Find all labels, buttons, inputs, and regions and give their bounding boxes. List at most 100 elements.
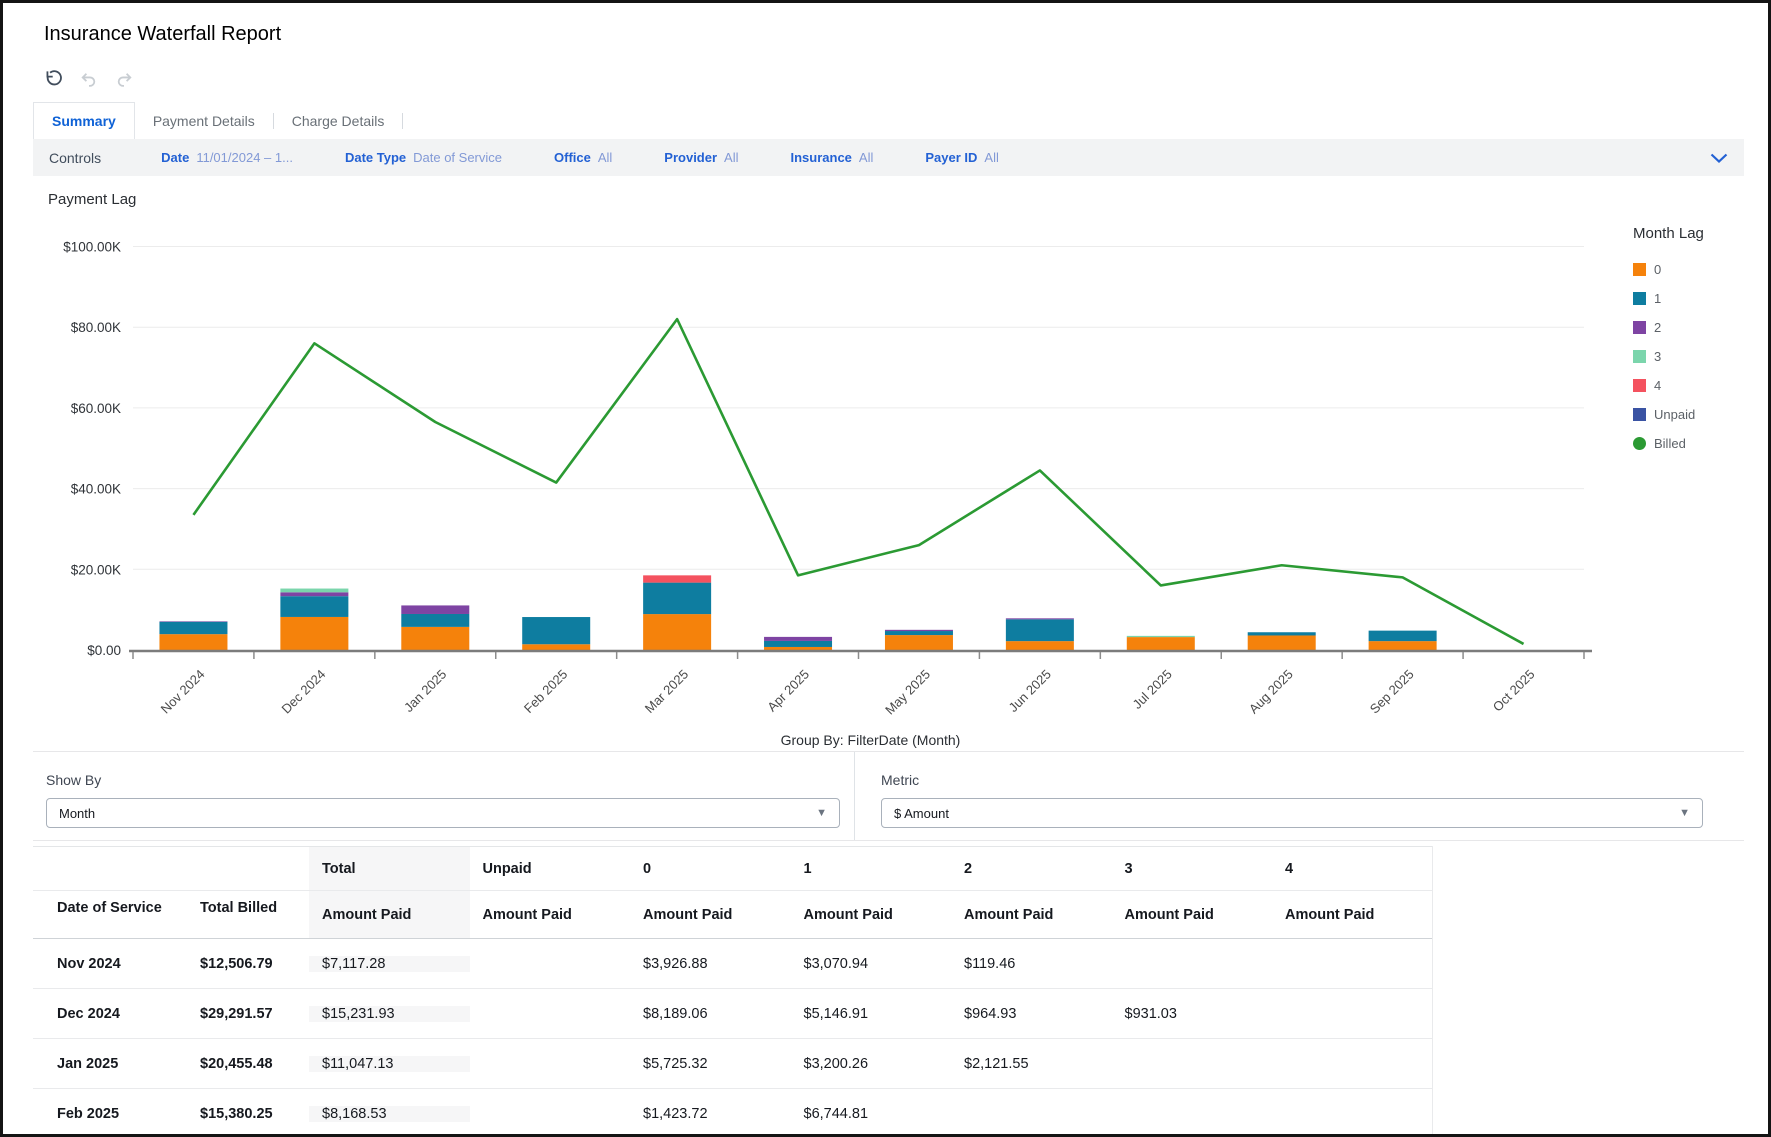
filter-value: All — [984, 150, 999, 165]
bar-segment-lag3[interactable] — [280, 588, 349, 593]
tab-payment-details[interactable]: Payment Details — [135, 102, 273, 139]
bar-segment-lag1[interactable] — [1368, 630, 1437, 642]
legend-item-0[interactable]: 0 — [1633, 262, 1743, 277]
bar-segment-lag0[interactable] — [159, 634, 228, 650]
refresh-button[interactable] — [41, 67, 63, 89]
bar-segment-lag0[interactable] — [280, 616, 349, 650]
billed-line[interactable] — [192, 317, 1525, 646]
cell-amount-paid: $15,231.93 — [309, 1005, 470, 1022]
bar-segment-lag4[interactable] — [643, 575, 712, 583]
bar-segment-lag1[interactable] — [1005, 619, 1074, 642]
payment-lag-chart[interactable]: $0.00 $20.00K $40.00K $60.00K $80.00K $100.00… — [33, 207, 1613, 727]
bar-segment-lag0[interactable] — [1126, 637, 1195, 650]
cell-amount-paid: $2,121.55 — [964, 1055, 1029, 1072]
filter-chip-payer-id[interactable]: Payer ID All — [925, 150, 999, 165]
controls-bar: Controls Date 11/01/2024 – 1... Date Type D… — [33, 139, 1744, 176]
x-axis-category-label: Jul 2025 — [1130, 667, 1175, 712]
metric-value: $ Amount — [894, 805, 949, 821]
bar-segment-lag2[interactable] — [280, 592, 349, 597]
bar-segment-lag1[interactable] — [401, 613, 470, 627]
group-header-total: Total — [309, 847, 470, 890]
bar-segment-lag2[interactable] — [1005, 618, 1074, 620]
show-by-select[interactable]: Month ▼ — [46, 798, 840, 828]
legend-swatch-icon — [1633, 350, 1646, 363]
legend-item-label: 4 — [1654, 378, 1662, 393]
column-subheader-amount-paid: Amount Paid — [964, 906, 1054, 923]
legend-item-label: 0 — [1654, 262, 1662, 277]
legend-item-unpaid[interactable]: Unpaid — [1633, 407, 1743, 422]
bar-segment-lag2[interactable] — [884, 629, 953, 632]
redo-button[interactable] — [113, 67, 135, 89]
tab-summary[interactable]: Summary — [33, 102, 135, 139]
filter-chip-date-type[interactable]: Date Type Date of Service — [345, 150, 502, 165]
filter-name: Provider — [664, 150, 718, 165]
metric-select[interactable]: $ Amount ▼ — [881, 798, 1703, 828]
legend-title: Month Lag — [1633, 225, 1704, 242]
metric-label: Metric — [881, 772, 920, 788]
bar-segment-lag0[interactable] — [1005, 641, 1074, 650]
column-subheader-amount-paid: Amount Paid — [309, 891, 470, 938]
bar-segment-lag0[interactable] — [1247, 635, 1316, 650]
bar-segment-lag1[interactable] — [522, 617, 591, 645]
legend-item-1[interactable]: 1 — [1633, 291, 1743, 306]
legend-swatch-icon — [1633, 408, 1646, 421]
filter-chip-office[interactable]: Office All — [554, 150, 612, 165]
bar-segment-lag0[interactable] — [522, 644, 591, 650]
bar-segment-lag0[interactable] — [643, 614, 712, 650]
chart-legend: Month Lag 0 1 2 3 4 Unpaid Billed — [1633, 225, 1743, 465]
bar-segment-lag1[interactable] — [884, 631, 953, 636]
controls-expand-button[interactable] — [1710, 153, 1728, 163]
undo-button[interactable] — [77, 67, 99, 89]
cell-amount-paid: $964.93 — [964, 1005, 1017, 1022]
cell-amount-paid: $11,047.13 — [309, 1055, 470, 1072]
x-axis-category-label: Oct 2025 — [1490, 667, 1538, 715]
dropdown-caret-icon: ▼ — [1679, 807, 1690, 819]
insurance-waterfall-report-page: Insurance Waterfall Report Summary Paymen… — [0, 0, 1771, 1137]
bar-segment-lag2[interactable] — [764, 636, 833, 641]
bar-segment-lag2[interactable] — [159, 621, 228, 622]
bar-segment-lag1[interactable] — [280, 596, 349, 617]
group-header-1: 1 — [803, 860, 812, 877]
bar-segment-lag0[interactable] — [1368, 641, 1437, 650]
bar-segment-lag3[interactable] — [1126, 635, 1195, 638]
tab-charge-details[interactable]: Charge Details — [274, 102, 403, 139]
legend-item-2[interactable]: 2 — [1633, 320, 1743, 335]
column-header-total-billed: Total Billed — [200, 899, 278, 916]
x-axis-category-label: Sep 2025 — [1367, 667, 1417, 717]
bar-segment-lag1[interactable] — [159, 621, 228, 635]
header-spacer — [33, 847, 187, 890]
show-by-metric-row: Show By Month ▼ Metric $ Amount ▼ — [33, 752, 1744, 841]
cell-amount-paid: $3,070.94 — [803, 955, 869, 972]
filter-chip-date[interactable]: Date 11/01/2024 – 1... — [161, 150, 293, 165]
legend-item-billed[interactable]: Billed — [1633, 436, 1743, 451]
table-row-nov-2024: Nov 2024 $12,506.79 $7,117.28 $3,926.88 $3,0… — [33, 939, 1433, 989]
column-header-date-of-service: Date of Service — [57, 899, 162, 916]
column-subheader-amount-paid: Amount Paid — [1285, 906, 1375, 923]
filter-value: Date of Service — [413, 150, 502, 165]
bar-segment-lag1[interactable] — [1247, 632, 1316, 636]
filter-chip-insurance[interactable]: Insurance All — [791, 150, 874, 165]
legend-swatch-icon — [1633, 292, 1646, 305]
cell-amount-paid: $5,146.91 — [803, 1005, 869, 1022]
cell-total-billed: $20,455.48 — [200, 1055, 273, 1072]
bar-segment-lag0[interactable] — [764, 646, 833, 650]
filter-name: Office — [554, 150, 591, 165]
x-axis-category-label: Jan 2025 — [401, 667, 449, 715]
cell-date-of-service: Feb 2025 — [57, 1105, 120, 1122]
filter-name: Insurance — [790, 150, 852, 165]
bar-segment-lag1[interactable] — [643, 582, 712, 615]
filter-chip-provider[interactable]: Provider All — [664, 150, 738, 165]
bar-segment-lag0[interactable] — [884, 635, 953, 650]
legend-item-3[interactable]: 3 — [1633, 349, 1743, 364]
bar-segment-lag2[interactable] — [401, 605, 470, 614]
column-subheader-amount-paid: Amount Paid — [1124, 906, 1214, 923]
y-axis-tick-label: $80.00K — [71, 320, 121, 335]
table-right-border — [1432, 846, 1433, 1134]
bar-segment-lag1[interactable] — [764, 640, 833, 647]
dropdown-caret-icon: ▼ — [816, 807, 827, 819]
filter-chips: Date 11/01/2024 – 1... Date Type Date of Se… — [161, 150, 1710, 165]
cell-amount-paid: $3,926.88 — [643, 955, 708, 972]
x-axis-category-label: Feb 2025 — [521, 667, 570, 716]
bar-segment-lag0[interactable] — [401, 626, 470, 650]
legend-item-4[interactable]: 4 — [1633, 378, 1743, 393]
